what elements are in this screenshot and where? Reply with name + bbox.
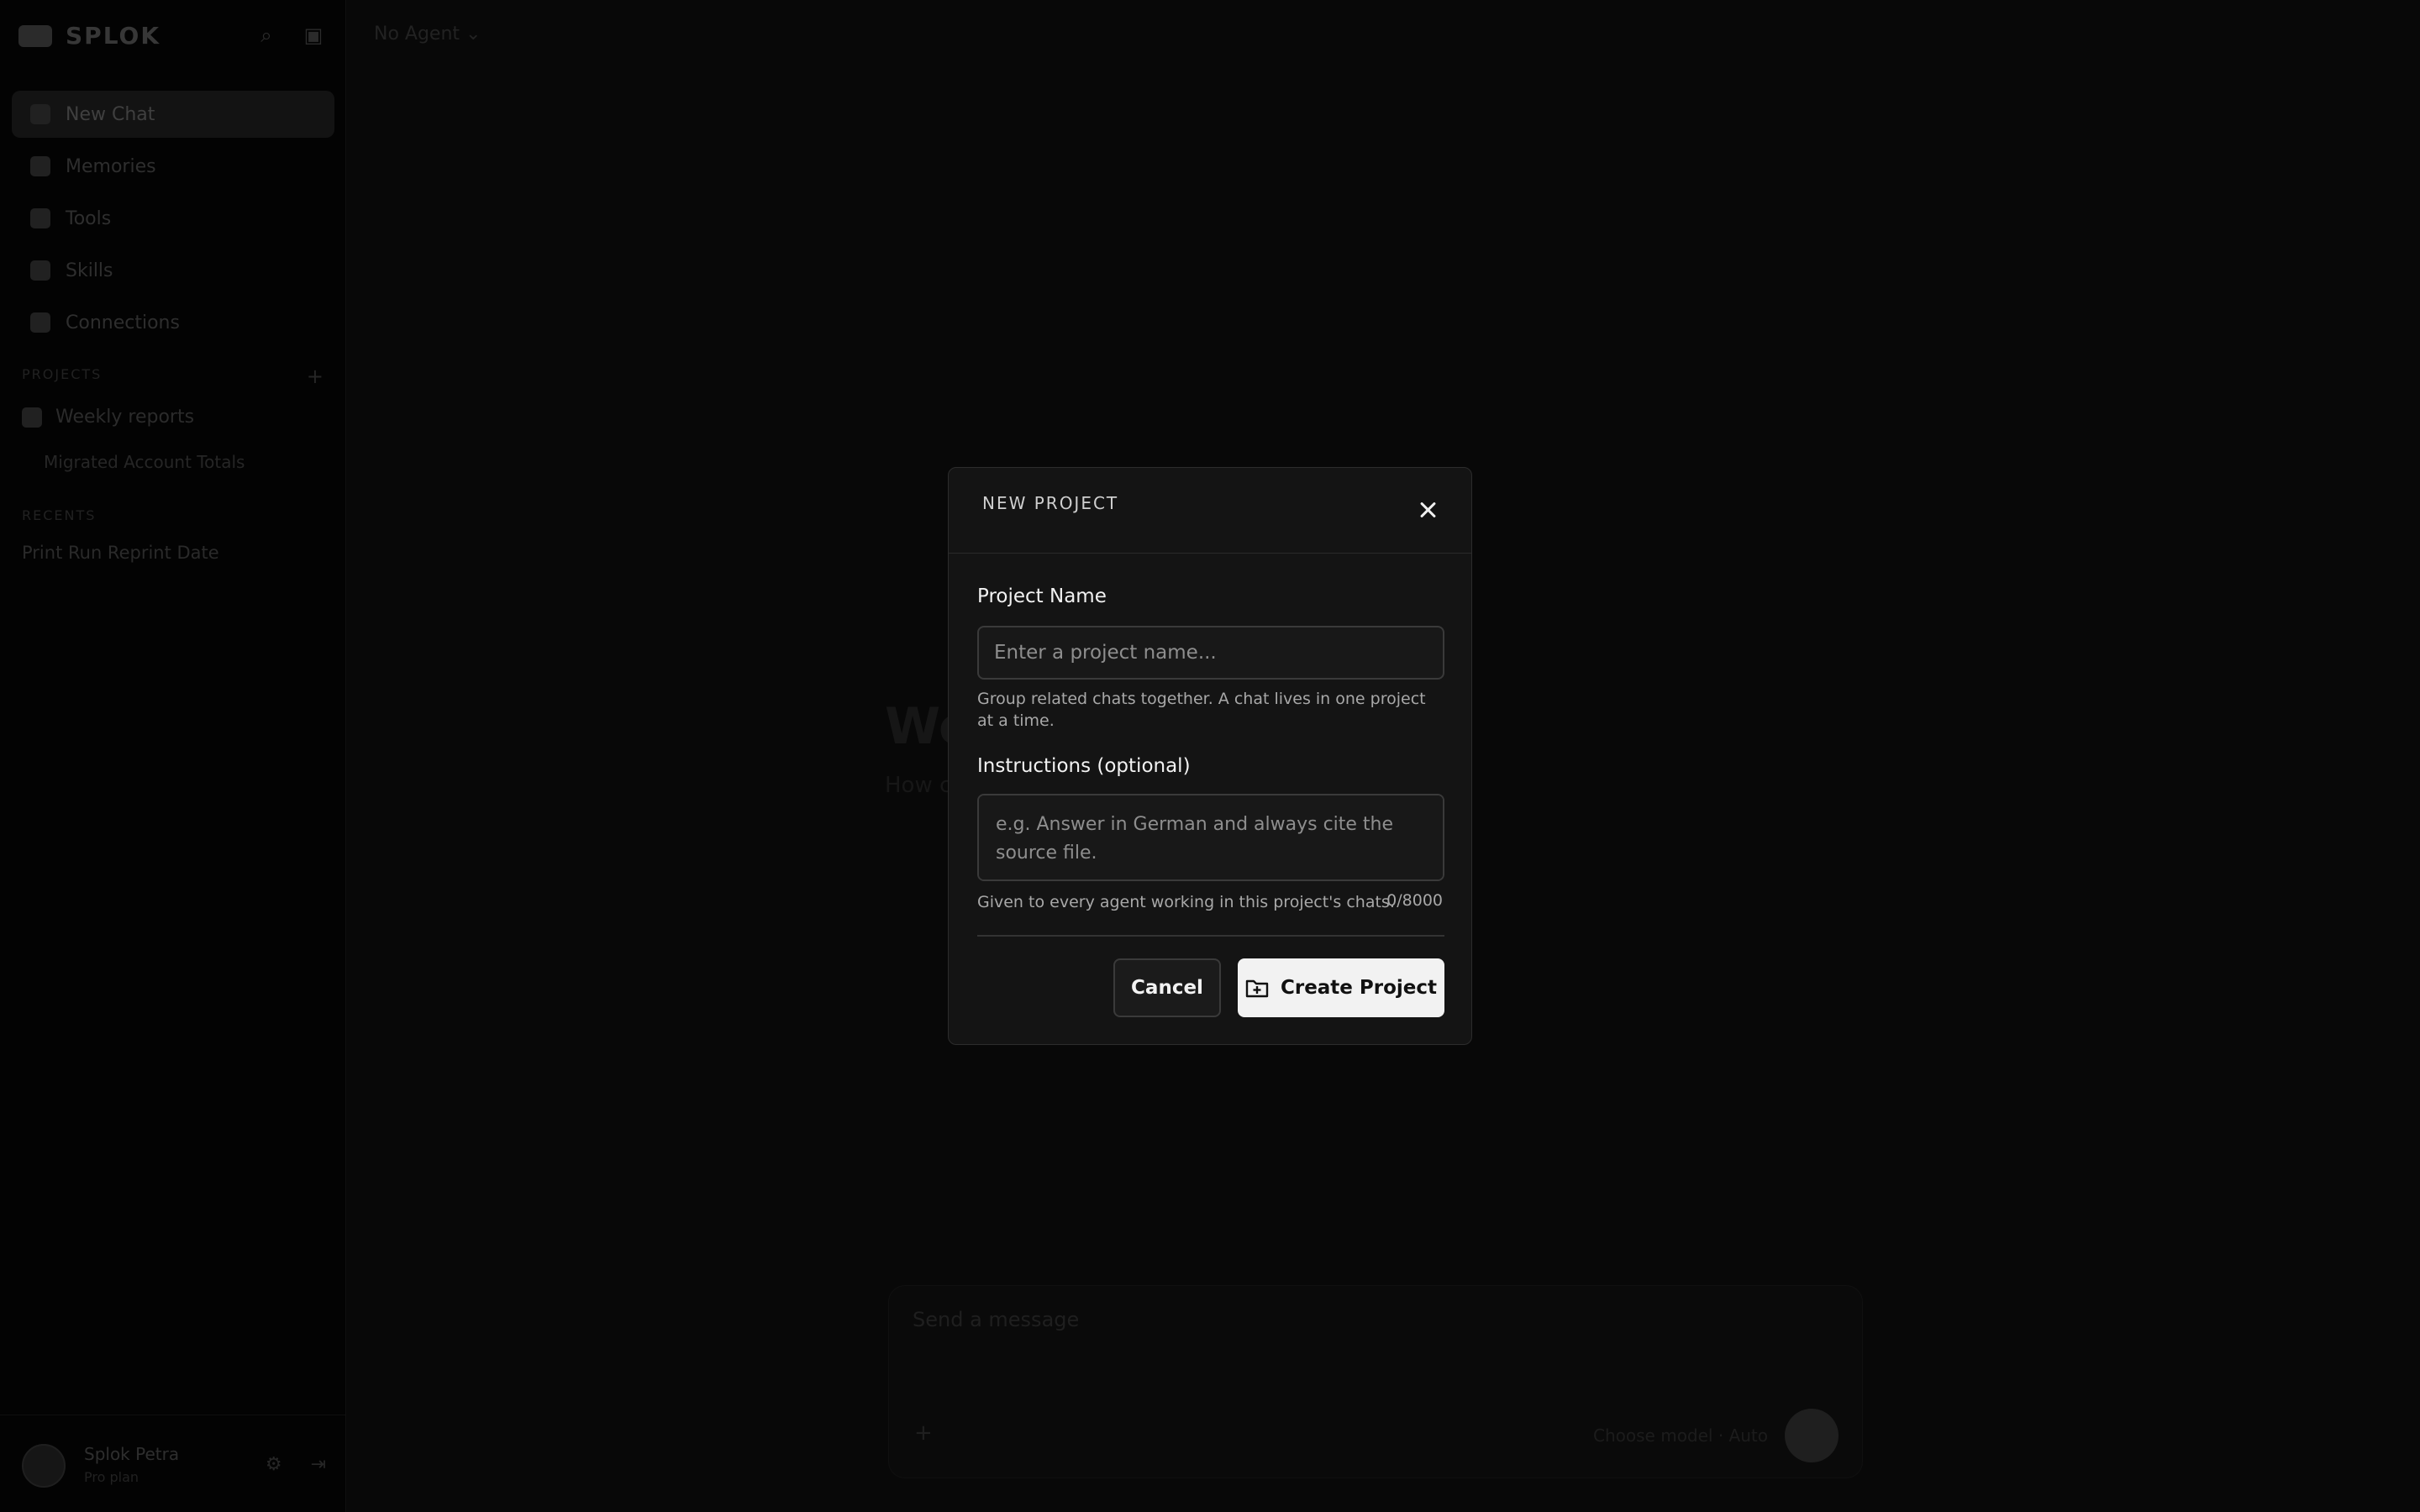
cancel-button[interactable]: Cancel (1113, 958, 1221, 1017)
app-root: SPLOK ⌕ ▣ New Chat Memories Tools Skills (0, 0, 2420, 1512)
instructions-label: Instructions (optional) (977, 755, 1191, 777)
create-project-button[interactable]: Create Project (1238, 958, 1444, 1017)
folder-plus-icon (1245, 979, 1269, 998)
instructions-help: Given to every agent working in this pro… (977, 893, 1395, 911)
dialog-title: NEW PROJECT (982, 493, 1119, 513)
character-counter: 0/8000 (1386, 891, 1443, 910)
dialog-header: NEW PROJECT (949, 468, 1471, 554)
instructions-textarea[interactable] (977, 794, 1444, 881)
project-name-input[interactable] (977, 626, 1444, 680)
project-name-label: Project Name (977, 585, 1107, 607)
project-name-help: Group related chats together. A chat liv… (977, 690, 1426, 730)
cancel-button-label: Cancel (1131, 977, 1203, 999)
new-project-dialog: NEW PROJECT Project Name Group related c… (948, 467, 1472, 1045)
dialog-divider (977, 935, 1444, 937)
close-icon[interactable] (1418, 500, 1438, 520)
create-project-label: Create Project (1280, 977, 1438, 999)
